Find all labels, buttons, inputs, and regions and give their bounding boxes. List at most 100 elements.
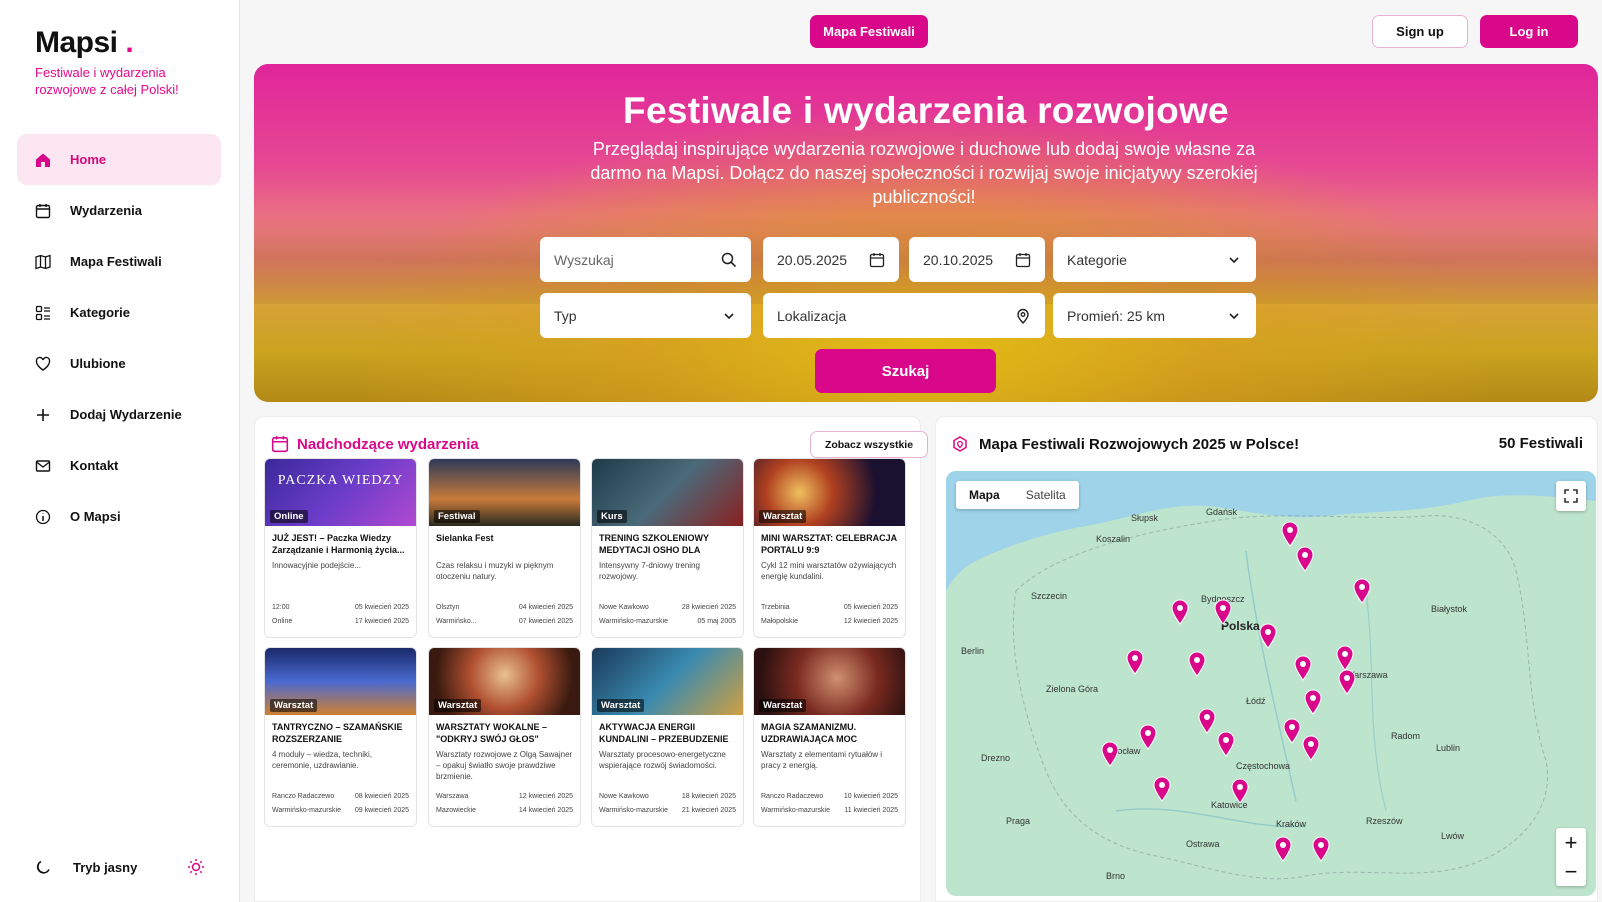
- festival-map-pin[interactable]: [1353, 578, 1371, 604]
- map-tab-satelita[interactable]: Satelita: [1013, 481, 1079, 509]
- zoom-in-button[interactable]: +: [1556, 828, 1586, 857]
- szukaj-button[interactable]: Szukaj: [815, 349, 996, 393]
- festival-map-pin[interactable]: [1139, 724, 1157, 750]
- kategorie-value: Kategorie: [1067, 251, 1127, 268]
- promien-select[interactable]: Promień: 25 km: [1053, 293, 1256, 338]
- festival-map-pin[interactable]: [1101, 741, 1119, 767]
- chevron-down-icon: [1226, 252, 1242, 268]
- event-place: Trzebinia: [761, 604, 790, 611]
- sidebar-item-ulubione[interactable]: Ulubione: [17, 338, 221, 389]
- festival-map-pin[interactable]: [1259, 623, 1277, 649]
- brand-logo[interactable]: Mapsi .: [35, 26, 134, 60]
- event-start-date: 05 kwiecień 2025: [354, 604, 409, 611]
- lokalizacja-input[interactable]: Lokalizacja: [763, 293, 1045, 338]
- festival-map-pin[interactable]: [1274, 836, 1292, 862]
- event-place: 12:00: [272, 604, 290, 611]
- festival-map-pin[interactable]: [1217, 731, 1235, 757]
- zoom-out-button[interactable]: −: [1556, 857, 1586, 886]
- map-city-label: Zielona Góra: [1046, 684, 1099, 694]
- plus-icon: [35, 407, 51, 423]
- top-mapa-festiwali-button[interactable]: Mapa Festiwali: [810, 15, 928, 48]
- map-city-label: Koszalin: [1096, 534, 1131, 544]
- sidebar-item-home[interactable]: Home: [17, 134, 221, 185]
- event-place: Ranczo Radaczewo: [761, 793, 824, 800]
- hero-banner: Festiwale i wydarzenia rozwojowe Przeglą…: [254, 64, 1598, 402]
- map-tab-mapa[interactable]: Mapa: [956, 481, 1013, 509]
- event-description: Warsztaty z elementami rytuałów i pracy …: [761, 750, 883, 770]
- calendar-icon: [1015, 252, 1031, 268]
- event-image: Kurs: [592, 459, 743, 526]
- festival-map-pin[interactable]: [1188, 651, 1206, 677]
- festival-map-pin[interactable]: [1312, 836, 1330, 862]
- festival-map-pin[interactable]: [1214, 599, 1232, 625]
- sidebar-item-label: Ulubione: [70, 356, 126, 371]
- festival-map-pin[interactable]: [1171, 599, 1189, 625]
- sidebar-item-o-mapsi[interactable]: O Mapsi: [17, 491, 221, 542]
- festival-map-pin[interactable]: [1231, 778, 1249, 804]
- event-card[interactable]: Warsztat TANTRYCZNO – SZAMAŃSKIE ROZSZERZ…: [264, 647, 417, 827]
- event-title: JUŻ JEST! – Paczka Wiedzy Zarządzanie i …: [272, 533, 405, 555]
- event-description: 4 moduły – wiedza, techniki, ceremonie, …: [272, 750, 373, 770]
- festival-map-pin[interactable]: [1283, 718, 1301, 744]
- sidebar-item-wydarzenia[interactable]: Wydarzenia: [17, 185, 221, 236]
- festival-map-pin[interactable]: [1281, 521, 1299, 547]
- map-base: [946, 471, 1596, 880]
- festival-map-pin[interactable]: [1126, 649, 1144, 675]
- app-root: Mapsi . Festiwale i wydarzenia rozwojowe…: [0, 0, 1602, 902]
- event-place: Ranczo Radaczewo: [272, 793, 335, 800]
- brand-tagline: Festiwale i wydarzenia rozwojowe z całej…: [35, 65, 179, 97]
- festival-map-pin[interactable]: [1153, 776, 1171, 802]
- festival-map-pin[interactable]: [1198, 708, 1216, 734]
- location-pin-icon: [1015, 308, 1031, 324]
- event-type-badge: Warsztat: [759, 699, 807, 712]
- event-card[interactable]: Kurs TRENING SZKOLENIOWY MEDYTACJI OSHO D…: [591, 458, 744, 638]
- event-region: Małopolskie: [761, 618, 798, 625]
- sidebar-item-label: Mapa Festiwali: [70, 254, 162, 269]
- event-meta: Olsztyn 04 kwiecień 2025 Warmińsko... 07 kw…: [436, 601, 573, 629]
- promien-value: Promień: 25 km: [1067, 307, 1166, 324]
- event-region: Warmińsko-mazurskie: [599, 807, 668, 814]
- event-description: Innowacyjnie podejście...: [272, 561, 361, 570]
- event-card[interactable]: Warsztat MINI WARSZTAT: CELEBRACJA PORTAL…: [753, 458, 906, 638]
- event-card[interactable]: Warsztat MAGIA SZAMANIZMU. UZDRAWIAJĄCA M…: [753, 647, 906, 827]
- event-type-badge: Festiwal: [434, 510, 480, 523]
- festival-map-pin[interactable]: [1302, 735, 1320, 761]
- event-card[interactable]: Festiwal Sielanka Fest Czas relaksu i muzy…: [428, 458, 581, 638]
- festival-map-pin[interactable]: [1294, 655, 1312, 681]
- event-meta: Trzebinia 05 kwiecień 2025 Małopolskie 12 k…: [761, 601, 898, 629]
- search-input[interactable]: Wyszukaj: [540, 237, 751, 282]
- event-card[interactable]: PACZKA WIEDZY Online JUŻ JEST! – Paczka Wi…: [264, 458, 417, 638]
- map-icon: [35, 254, 51, 270]
- sidebar-item-mapa-festiwali[interactable]: Mapa Festiwali: [17, 236, 221, 287]
- event-image: Warsztat: [592, 648, 743, 715]
- date-to-field[interactable]: 20.10.2025: [909, 237, 1045, 282]
- heart-icon: [35, 356, 51, 372]
- festival-map-pin[interactable]: [1304, 689, 1322, 715]
- sidebar-item-kategorie[interactable]: Kategorie: [17, 287, 221, 338]
- event-place: Nowe Kawkowo: [599, 793, 649, 800]
- typ-select[interactable]: Typ: [540, 293, 751, 338]
- theme-toggle[interactable]: Tryb jasny: [35, 858, 205, 876]
- event-title: MAGIA SZAMANIZMU. UZDRAWIAJĄCA MOC: [761, 722, 858, 744]
- event-card[interactable]: Warsztat AKTYWACJA ENERGII KUNDALINI – PR…: [591, 647, 744, 827]
- event-region: Warmińsko...: [436, 618, 477, 625]
- mail-icon: [35, 458, 51, 474]
- festival-map[interactable]: Gdańsk Słupsk Koszalin Szczecin Bydgoszcz Pol…: [946, 471, 1596, 896]
- festival-map-pin[interactable]: [1336, 645, 1354, 671]
- events-header: Nadchodzące wydarzenia: [271, 435, 479, 453]
- fullscreen-button[interactable]: [1556, 481, 1586, 511]
- event-card[interactable]: Warsztat WARSZTATY WOKALNE – "ODKRYJ SWÓJ…: [428, 647, 581, 827]
- festival-map-pin[interactable]: [1296, 546, 1314, 572]
- festival-map-pin[interactable]: [1338, 669, 1356, 695]
- date-from-value: 20.05.2025: [777, 251, 848, 268]
- signup-button[interactable]: Sign up: [1372, 15, 1468, 48]
- login-button[interactable]: Log in: [1480, 15, 1578, 48]
- sidebar-item-kontakt[interactable]: Kontakt: [17, 440, 221, 491]
- sidebar-item-dodaj-wydarzenie[interactable]: Dodaj Wydarzenie: [17, 389, 221, 440]
- map-city-label: Lwów: [1441, 831, 1465, 841]
- kategorie-select[interactable]: Kategorie: [1053, 237, 1256, 282]
- see-all-button[interactable]: Zobacz wszystkie: [810, 431, 928, 458]
- date-from-field[interactable]: 20.05.2025: [763, 237, 899, 282]
- map-header: Mapa Festiwali Rozwojowych 2025 w Polsce…: [951, 435, 1299, 453]
- sun-icon[interactable]: [187, 858, 205, 876]
